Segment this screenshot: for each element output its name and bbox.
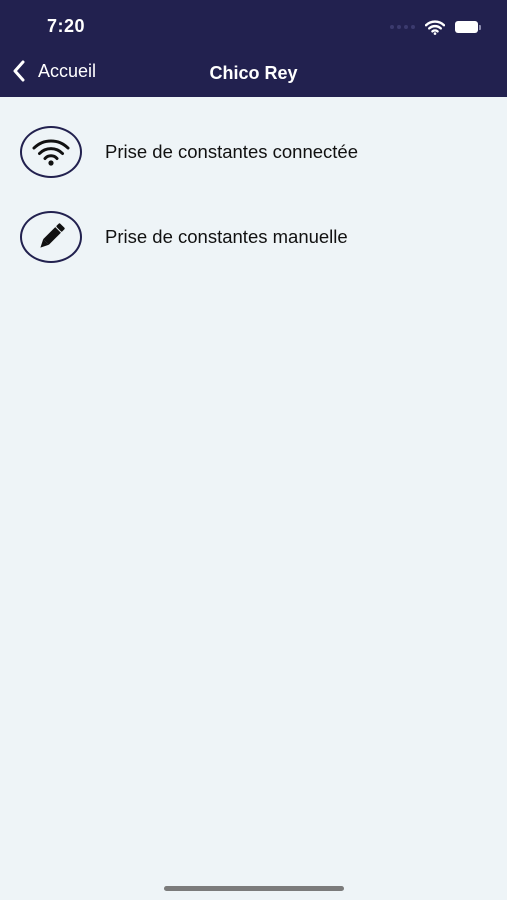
- battery-icon: [455, 21, 481, 33]
- back-button[interactable]: Accueil: [12, 60, 96, 82]
- menu-item-label: Prise de constantes manuelle: [105, 226, 348, 247]
- header-bar: 7:20 Accueil Chico Rey: [0, 0, 507, 97]
- pencil-icon: [20, 211, 82, 263]
- wifi-icon: [425, 19, 445, 35]
- home-indicator[interactable]: [164, 886, 344, 891]
- menu-item-manual-measurement[interactable]: Prise de constantes manuelle: [20, 209, 490, 265]
- menu-item-label: Prise de constantes connectée: [105, 141, 358, 162]
- status-time: 7:20: [47, 16, 86, 36]
- back-button-label: Accueil: [38, 60, 97, 81]
- status-icons: [390, 18, 481, 36]
- cellular-dots-icon: [390, 25, 415, 29]
- menu-item-connected-measurement[interactable]: Prise de constantes connectée: [20, 124, 490, 180]
- chevron-left-icon: [13, 60, 25, 82]
- wifi-icon: [20, 126, 82, 178]
